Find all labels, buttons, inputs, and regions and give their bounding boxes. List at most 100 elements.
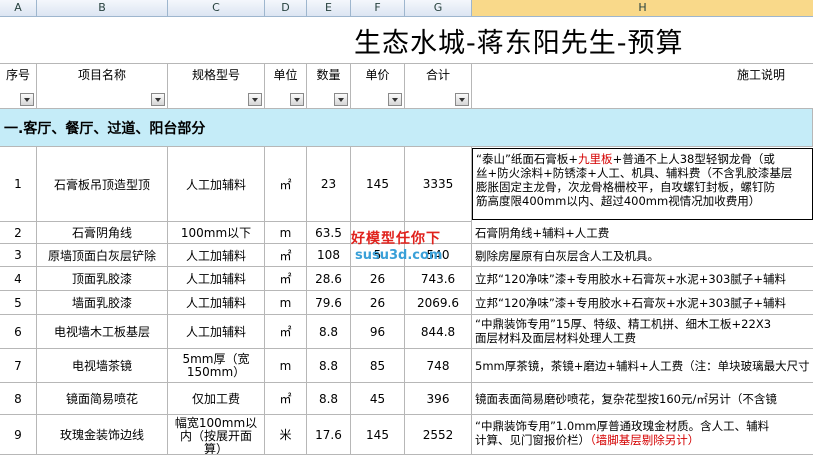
cell-unit[interactable]: m (265, 222, 307, 244)
header-name-label: 项目名称 (77, 68, 126, 82)
cell-qty[interactable]: 8.8 (307, 315, 351, 349)
cell-no[interactable]: 3 (0, 244, 37, 267)
cell-desc[interactable]: 剔除房屋原有白灰层含人工及机具。 (472, 244, 813, 267)
cell-desc[interactable]: “中鼎装饰专用”15厚、特级、精工机拼、细木工板+22X3 面层材料及面层材料处… (472, 315, 813, 349)
cell-total[interactable]: 743.6 (405, 267, 472, 291)
cell-price[interactable]: 26 (351, 267, 405, 291)
cell-spec[interactable]: 人工加辅料 (168, 267, 265, 291)
cell-desc[interactable]: 石膏阴角线+辅料+人工费 (472, 222, 813, 244)
cell-price[interactable]: 85 (351, 349, 405, 383)
cell-price[interactable] (351, 222, 405, 244)
header-unit[interactable]: 单位 (265, 64, 307, 109)
cell-spec[interactable]: 仅加工费 (168, 383, 265, 415)
header-name[interactable]: 项目名称 (37, 64, 168, 109)
column-header-a[interactable]: A (0, 0, 37, 16)
column-header-e[interactable]: E (307, 0, 351, 16)
cell-unit[interactable]: ㎡ (265, 147, 307, 222)
cell-desc[interactable]: 立邦“120净味”漆+专用胶水+石膏灰+水泥+303腻子+辅料 (472, 291, 813, 315)
cell-name[interactable]: 墙面乳胶漆 (37, 291, 168, 315)
sheet-title[interactable]: 生态水城-蒋东阳先生-预算 (0, 17, 813, 64)
cell-spec[interactable]: 人工加辅料 (168, 147, 265, 222)
header-no[interactable]: 序号 (0, 64, 37, 109)
cell-price[interactable]: 45 (351, 383, 405, 415)
cell-name[interactable]: 电视墙茶镜 (37, 349, 168, 383)
cell-no[interactable]: 2 (0, 222, 37, 244)
cell-no[interactable]: 6 (0, 315, 37, 349)
cell-qty[interactable]: 28.6 (307, 267, 351, 291)
cell-price[interactable]: 5 (351, 244, 405, 267)
desc-line: 膨胀固定主龙骨，次龙骨格栅校平，自攻螺钉封板，螺钉防 (476, 180, 775, 194)
column-header-f[interactable]: F (351, 0, 405, 16)
cell-spec[interactable]: 5mm厚（宽150mm） (168, 349, 265, 383)
cell-name[interactable]: 玫瑰金装饰边线 (37, 415, 168, 455)
header-qty[interactable]: 数量 (307, 64, 351, 109)
cell-price[interactable]: 145 (351, 415, 405, 455)
cell-desc[interactable]: “中鼎装饰专用”1.0mm厚普通玫瑰金材质。含人工、辅料 计算、见门窗报价栏）（… (472, 415, 813, 455)
cell-price[interactable]: 96 (351, 315, 405, 349)
cell-name[interactable]: 石膏板吊顶造型顶 (37, 147, 168, 222)
cell-price[interactable]: 145 (351, 147, 405, 222)
cell-total[interactable]: 2069.6 (405, 291, 472, 315)
cell-unit[interactable]: m (265, 349, 307, 383)
cell-unit[interactable]: ㎡ (265, 315, 307, 349)
cell-total[interactable]: 844.8 (405, 315, 472, 349)
cell-total[interactable]: 396 (405, 383, 472, 415)
cell-desc[interactable]: 镜面表面简易磨砂喷花，复杂花型按160元/㎡另计（不含镜 (472, 383, 813, 415)
cell-qty[interactable]: 108 (307, 244, 351, 267)
cell-name[interactable]: 镜面简易喷花 (37, 383, 168, 415)
cell-qty[interactable]: 17.6 (307, 415, 351, 455)
filter-dropdown-icon[interactable] (334, 93, 348, 106)
header-desc[interactable]: 施工说明 (472, 64, 813, 109)
filter-dropdown-icon[interactable] (388, 93, 402, 106)
header-total[interactable]: 合计 (405, 64, 472, 109)
column-header-d[interactable]: D (265, 0, 307, 16)
cell-no[interactable]: 5 (0, 291, 37, 315)
cell-total[interactable]: 2552 (405, 415, 472, 455)
cell-no[interactable]: 4 (0, 267, 37, 291)
section-heading[interactable]: 一.客厅、餐厅、过道、阳台部分 (0, 109, 813, 147)
cell-desc[interactable]: “泰山”纸面石膏板+九里板+普通不上人38型轻钢龙骨（或 丝+防火涂料+防锈漆+… (472, 148, 813, 220)
cell-no[interactable]: 7 (0, 349, 37, 383)
column-header-b[interactable]: B (37, 0, 168, 16)
filter-dropdown-icon[interactable] (248, 93, 262, 106)
filter-dropdown-icon[interactable] (151, 93, 165, 106)
column-header-c[interactable]: C (168, 0, 265, 16)
cell-spec[interactable]: 幅宽100mm以内（按展开面算） (168, 415, 265, 455)
cell-name[interactable]: 石膏阴角线 (37, 222, 168, 244)
column-header-h[interactable]: H (472, 0, 813, 16)
cell-qty[interactable]: 8.8 (307, 349, 351, 383)
cell-unit[interactable]: 米 (265, 415, 307, 455)
header-price[interactable]: 单价 (351, 64, 405, 109)
cell-qty[interactable]: 8.8 (307, 383, 351, 415)
cell-spec[interactable]: 人工加辅料 (168, 244, 265, 267)
cell-unit[interactable]: ㎡ (265, 383, 307, 415)
cell-desc[interactable]: 5mm厚茶镜，茶镜+磨边+辅料+人工费（注：单块玻璃最大尺寸 (472, 349, 813, 383)
cell-total[interactable]: 748 (405, 349, 472, 383)
cell-unit[interactable]: ㎡ (265, 244, 307, 267)
cell-spec[interactable]: 人工加辅料 (168, 291, 265, 315)
cell-desc[interactable]: 立邦“120净味”漆+专用胶水+石膏灰+水泥+303腻子+辅料 (472, 267, 813, 291)
filter-dropdown-icon[interactable] (455, 93, 469, 106)
filter-dropdown-icon[interactable] (20, 93, 34, 106)
cell-name[interactable]: 电视墙木工板基层 (37, 315, 168, 349)
cell-price[interactable]: 26 (351, 291, 405, 315)
cell-total[interactable]: 3335 (405, 147, 472, 222)
header-spec[interactable]: 规格型号 (168, 64, 265, 109)
cell-unit[interactable]: m (265, 291, 307, 315)
cell-spec[interactable]: 人工加辅料 (168, 315, 265, 349)
desc-line: “泰山”纸面石膏板+九里板+普通不上人38型轻钢龙骨（或 (476, 152, 775, 166)
filter-dropdown-icon[interactable] (290, 93, 304, 106)
cell-name[interactable]: 原墙顶面白灰层铲除 (37, 244, 168, 267)
cell-spec[interactable]: 100mm以下 (168, 222, 265, 244)
cell-qty[interactable]: 79.6 (307, 291, 351, 315)
cell-qty[interactable]: 23 (307, 147, 351, 222)
column-header-g[interactable]: G (405, 0, 472, 16)
cell-name[interactable]: 顶面乳胶漆 (37, 267, 168, 291)
cell-total[interactable] (405, 222, 472, 244)
cell-qty[interactable]: 63.5 (307, 222, 351, 244)
cell-no[interactable]: 1 (0, 147, 37, 222)
cell-unit[interactable]: ㎡ (265, 267, 307, 291)
cell-no[interactable]: 9 (0, 415, 37, 455)
cell-total[interactable]: 540 (405, 244, 472, 267)
cell-no[interactable]: 8 (0, 383, 37, 415)
